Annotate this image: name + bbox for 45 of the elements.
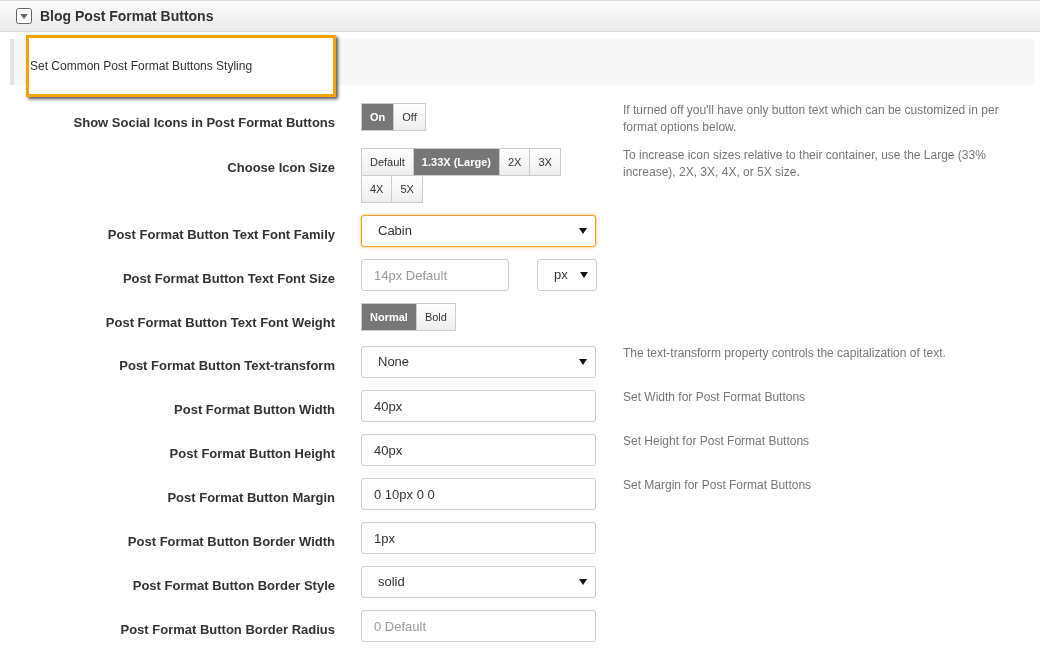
dropdown-arrow-icon (579, 228, 587, 234)
option-button[interactable]: Normal (361, 303, 417, 331)
field-label: Post Format Button Margin (167, 490, 335, 505)
option-button[interactable]: Default (361, 148, 414, 176)
field-label: Post Format Button Border Radius (120, 622, 335, 637)
input-field[interactable]: 0 10px 0 0 (361, 478, 596, 510)
input-field[interactable]: 14px Default (361, 259, 509, 291)
field-label: Post Format Button Border Style (132, 578, 335, 593)
subheading-text: Set Common Post Format Buttons Styling (30, 58, 253, 75)
option-button[interactable]: 4X (361, 175, 393, 203)
field-label: Post Format Button Text Font Size (122, 271, 335, 286)
option-button[interactable]: 2X (498, 148, 531, 176)
field-label: Show Social Icons in Post Format Buttons (73, 115, 335, 130)
field-description: Set Height for Post Format Buttons (623, 433, 811, 450)
field-label: Post Format Button Text-transform (119, 358, 335, 373)
input-field[interactable]: 40px (361, 390, 596, 422)
dropdown[interactable]: None (361, 346, 596, 378)
field-description: The text-transform property controls the capitalization of text. (623, 345, 947, 362)
dropdown-arrow-icon (579, 579, 587, 585)
dropdown-arrow-icon (580, 272, 588, 278)
input-field[interactable]: 1px (361, 522, 596, 554)
field-label: Choose Icon Size (227, 160, 335, 175)
dropdown-arrow-icon (579, 359, 587, 365)
dropdown[interactable]: solid (361, 566, 596, 598)
field-description: To increase icon sizes relative to their container, use the Large (33% increase), 2X, 3X, 4X, or 5X size. (623, 147, 987, 181)
field-description: If turned off you'll have only button text which can be customized in per format options below. (623, 102, 1000, 136)
field-label: Post Format Button Border Width (127, 534, 335, 549)
option-button[interactable]: Bold (415, 303, 456, 331)
option-button[interactable]: On (361, 103, 395, 131)
field-label: Post Format Button Height (169, 446, 335, 461)
section-title: Blog Post Format Buttons (40, 6, 214, 26)
option-button[interactable]: 1.33X (Large) (412, 148, 500, 176)
field-description: Set Margin for Post Format Buttons (623, 477, 813, 494)
option-button[interactable]: Off (393, 103, 426, 131)
option-button[interactable]: 5X (391, 175, 423, 203)
field-label: Post Format Button Text Font Weight (105, 315, 335, 330)
unit-dropdown[interactable]: px (537, 259, 597, 291)
field-label: Post Format Button Width (174, 402, 335, 417)
field-description: Set Width for Post Format Buttons (623, 389, 807, 406)
option-button[interactable]: 3X (529, 148, 561, 176)
input-field[interactable]: 0 Default (361, 610, 596, 642)
field-label: Post Format Button Text Font Family (107, 227, 335, 242)
dropdown[interactable]: Cabin (361, 215, 596, 247)
collapse-toggle-icon[interactable] (16, 8, 32, 24)
input-field[interactable]: 40px (361, 434, 596, 466)
